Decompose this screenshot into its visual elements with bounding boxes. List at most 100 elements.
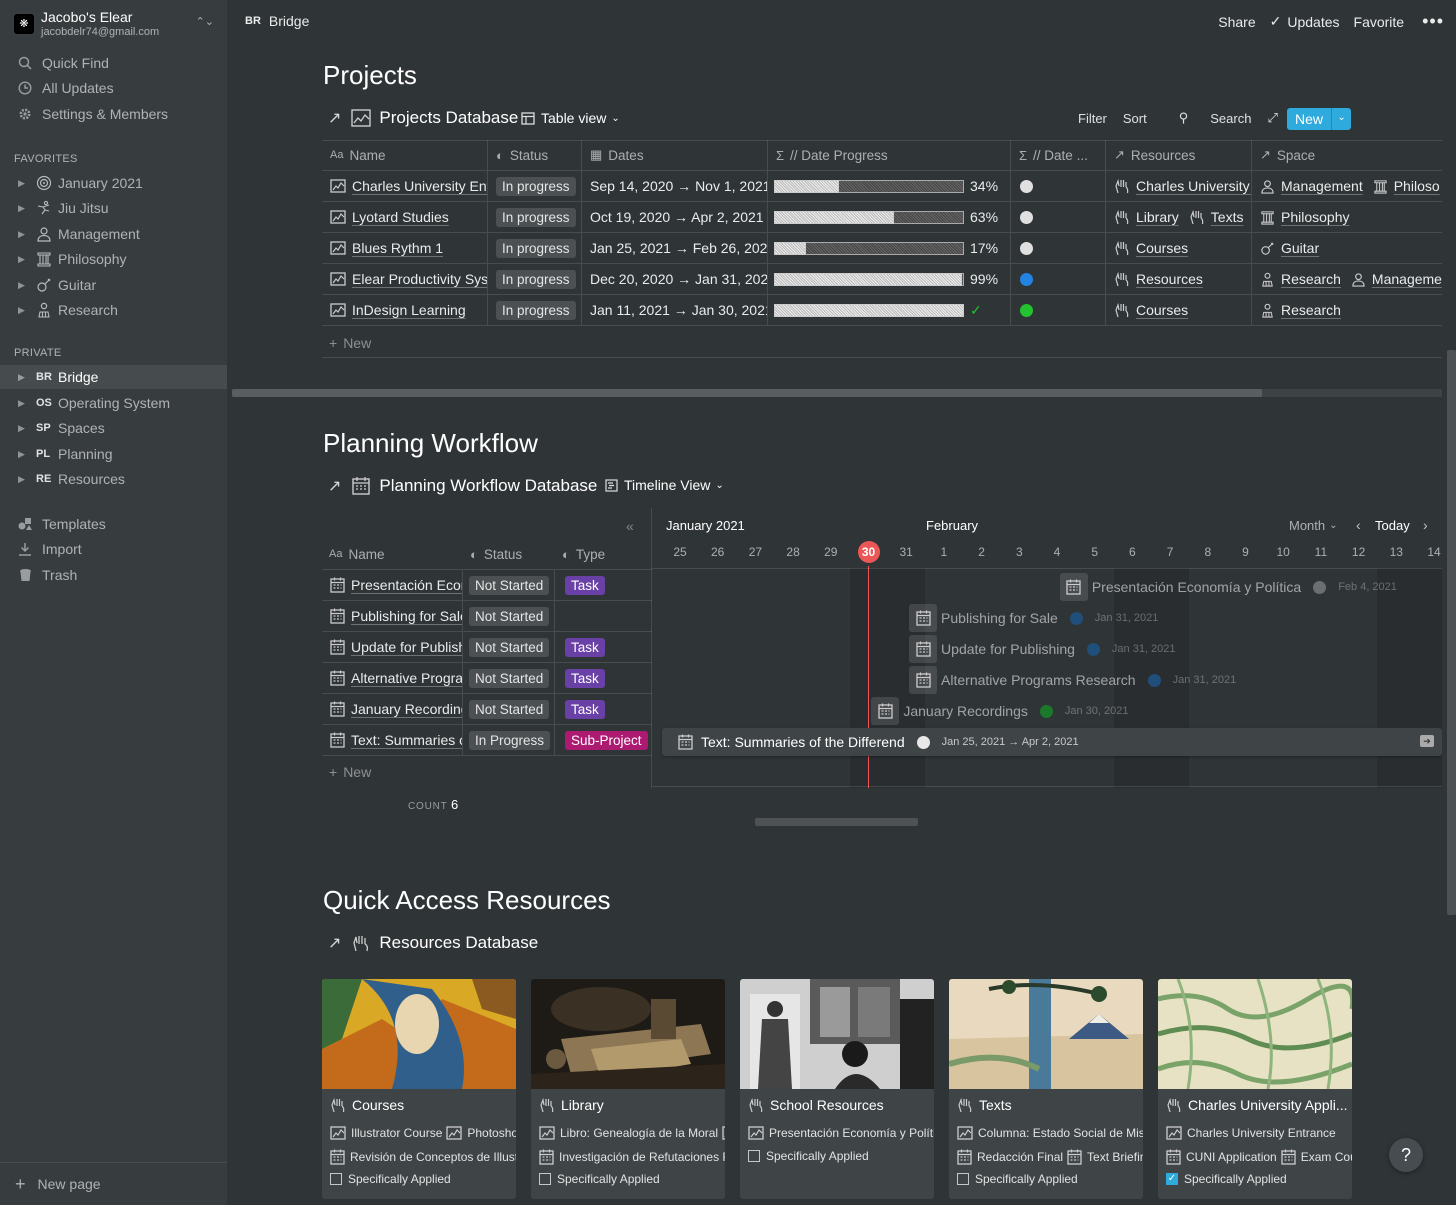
breadcrumb[interactable]: BR Bridge: [245, 13, 309, 29]
relation-item[interactable]: Philoso: [1373, 178, 1440, 194]
planning-add-row[interactable]: + New: [329, 764, 371, 780]
sidebar-item-research[interactable]: ▶ Research: [0, 298, 227, 322]
today-button[interactable]: Today: [1375, 518, 1410, 533]
project-dates-cell[interactable]: Dec 20, 2020 → Jan 31, 2021: [582, 264, 768, 295]
relation-label[interactable]: Columna: Estado Social de Miser: [978, 1126, 1143, 1140]
sidebar-item-guitar[interactable]: ▶ Guitar: [0, 273, 227, 297]
workspace-switcher[interactable]: ❋ Jacobo's Elear jacobdelr74@gmail.com ⌃…: [14, 8, 214, 42]
project-name[interactable]: Elear Productivity Syste: [352, 271, 487, 287]
filter-button[interactable]: Filter: [1078, 111, 1107, 126]
relation-label[interactable]: Redacción Final: [977, 1150, 1063, 1164]
project-space-cell[interactable]: Guitar: [1252, 233, 1442, 264]
timeline-item[interactable]: Presentación Economía y Política Feb 4, 2…: [1059, 573, 1397, 601]
relation-item[interactable]: Courses: [1114, 240, 1188, 256]
timescale-selector[interactable]: Month ⌄: [1289, 518, 1338, 533]
planning-name[interactable]: Presentación Econ: [351, 577, 462, 593]
project-space-cell[interactable]: Research: [1252, 295, 1442, 326]
planning-name-cell[interactable]: Publishing for Sale: [322, 601, 463, 632]
sidebar-item-philosophy[interactable]: ▶ Philosophy: [0, 247, 227, 271]
nav-import[interactable]: Import: [0, 537, 227, 561]
planning-type-cell[interactable]: Sub-Project: [555, 725, 652, 756]
checkbox[interactable]: [539, 1173, 551, 1185]
planning-view-selector[interactable]: Timeline View ⌄: [605, 477, 724, 493]
caret-right-icon[interactable]: ▶: [18, 449, 28, 460]
project-name-cell[interactable]: InDesign Learning: [322, 295, 488, 326]
resources-db-title[interactable]: Resources Database: [379, 933, 538, 953]
card-title[interactable]: Courses: [330, 1097, 404, 1113]
new-page-button[interactable]: + New page: [0, 1162, 227, 1205]
sidebar-item-planning[interactable]: ▶ PL Planning: [0, 442, 227, 466]
planning-name-cell[interactable]: Alternative Progra: [322, 663, 463, 694]
relation-label[interactable]: Presentación Economía y Política: [769, 1126, 934, 1140]
projects-scrollbar[interactable]: [232, 389, 1442, 397]
resource-card[interactable]: Library Libro: Genealogía de la Moral Inve…: [531, 979, 725, 1199]
timeline-item[interactable]: Update for Publishing Jan 31, 2021: [909, 635, 1176, 663]
planning-type-cell[interactable]: Task: [555, 632, 652, 663]
timeline-item[interactable]: Publishing for Sale Jan 31, 2021: [909, 604, 1158, 632]
share-button[interactable]: Share: [1218, 14, 1255, 30]
nav-all-updates[interactable]: All Updates: [0, 76, 227, 100]
caret-right-icon[interactable]: ▶: [18, 305, 28, 316]
project-space-cell[interactable]: Research Managemen: [1252, 264, 1442, 295]
relation-item[interactable]: Research: [1260, 302, 1341, 318]
chevron-updown-icon[interactable]: ⌃⌄: [196, 15, 214, 28]
relation-item[interactable]: Guitar: [1260, 240, 1319, 256]
scrollbar-thumb[interactable]: [755, 818, 918, 826]
caret-right-icon[interactable]: ▶: [18, 229, 28, 240]
relation-item[interactable]: Management: [1260, 178, 1363, 194]
project-name[interactable]: Charles University Entr: [352, 178, 487, 194]
relation-label[interactable]: Text Briefing: [1087, 1150, 1143, 1164]
project-resources-cell[interactable]: Courses: [1106, 295, 1252, 326]
card-checkbox-row[interactable]: Specifically Applied: [748, 1149, 934, 1163]
relation-label[interactable]: Investigación de Refutaciones Fi: [559, 1150, 725, 1164]
column-header[interactable]: Σ // Date ...: [1011, 140, 1106, 171]
relation-label[interactable]: CUNI Application: [1186, 1150, 1277, 1164]
checkbox[interactable]: [330, 1173, 342, 1185]
planning-status-cell[interactable]: Not Started: [463, 663, 555, 694]
relation-item[interactable]: Philosophy: [1260, 209, 1350, 225]
caret-right-icon[interactable]: ▶: [18, 203, 28, 214]
resource-card[interactable]: School Resources Presentación Economía y …: [740, 979, 934, 1199]
column-header[interactable]: ◐ Status: [488, 140, 582, 171]
card-title[interactable]: School Resources: [748, 1097, 884, 1113]
project-status-cell[interactable]: In progress: [488, 295, 582, 326]
column-header[interactable]: ↗ Resources: [1106, 140, 1252, 171]
relation-item[interactable]: Texts: [1189, 209, 1243, 225]
project-status-cell[interactable]: In progress: [488, 171, 582, 202]
updates-button[interactable]: ✓ Updates: [1270, 13, 1340, 30]
planning-type-cell[interactable]: [555, 601, 652, 632]
column-header[interactable]: Aa Name: [322, 140, 488, 171]
expand-icon[interactable]: ⤢: [1267, 110, 1277, 126]
help-button[interactable]: ?: [1389, 1138, 1423, 1172]
planning-name[interactable]: Alternative Progra: [351, 670, 462, 686]
project-name-cell[interactable]: Charles University Entr: [322, 171, 488, 202]
card-checkbox-row[interactable]: Specifically Applied: [957, 1172, 1143, 1186]
card-checkbox-row[interactable]: Specifically Applied: [330, 1172, 516, 1186]
projects-new-button[interactable]: New ⌄: [1287, 108, 1352, 130]
timeline-span-bar[interactable]: Text: Summaries of the Differend Jan 25, …: [662, 728, 1442, 756]
card-title[interactable]: Texts: [957, 1097, 1012, 1113]
planning-status-cell[interactable]: Not Started: [463, 694, 555, 725]
caret-right-icon[interactable]: ▶: [18, 398, 28, 409]
planning-status-cell[interactable]: Not Started: [463, 570, 555, 601]
card-checkbox-row[interactable]: Specifically Applied: [539, 1172, 725, 1186]
project-dates-cell[interactable]: Sep 14, 2020 → Nov 1, 2021: [582, 171, 768, 202]
relation-item[interactable]: Managemen: [1351, 271, 1442, 287]
project-resources-cell[interactable]: Courses: [1106, 233, 1252, 264]
checkbox[interactable]: ✓: [1166, 1173, 1178, 1185]
column-header[interactable]: ◐ Status: [463, 539, 555, 570]
planning-name-cell[interactable]: Presentación Econ: [322, 570, 463, 601]
projects-add-row[interactable]: + New: [329, 335, 371, 351]
resource-card[interactable]: Charles University Appli... Charles Unive…: [1158, 979, 1352, 1199]
collapse-icon[interactable]: «: [626, 518, 634, 534]
relation-item[interactable]: Resources: [1114, 271, 1203, 287]
relation-label[interactable]: Charles University Entrance: [1187, 1126, 1336, 1140]
sidebar-item-spaces[interactable]: ▶ SP Spaces: [0, 416, 227, 440]
project-name[interactable]: Lyotard Studies: [352, 209, 449, 225]
card-title[interactable]: Library: [539, 1097, 604, 1113]
project-resources-cell[interactable]: Library Texts: [1106, 202, 1252, 233]
sidebar-item-operating-system[interactable]: ▶ OS Operating System: [0, 391, 227, 415]
project-dates-cell[interactable]: Jan 25, 2021 → Feb 26, 2021: [582, 233, 768, 264]
column-header[interactable]: ▦ Dates: [582, 140, 768, 171]
sidebar-item-bridge[interactable]: ▶ BR Bridge: [0, 365, 227, 389]
